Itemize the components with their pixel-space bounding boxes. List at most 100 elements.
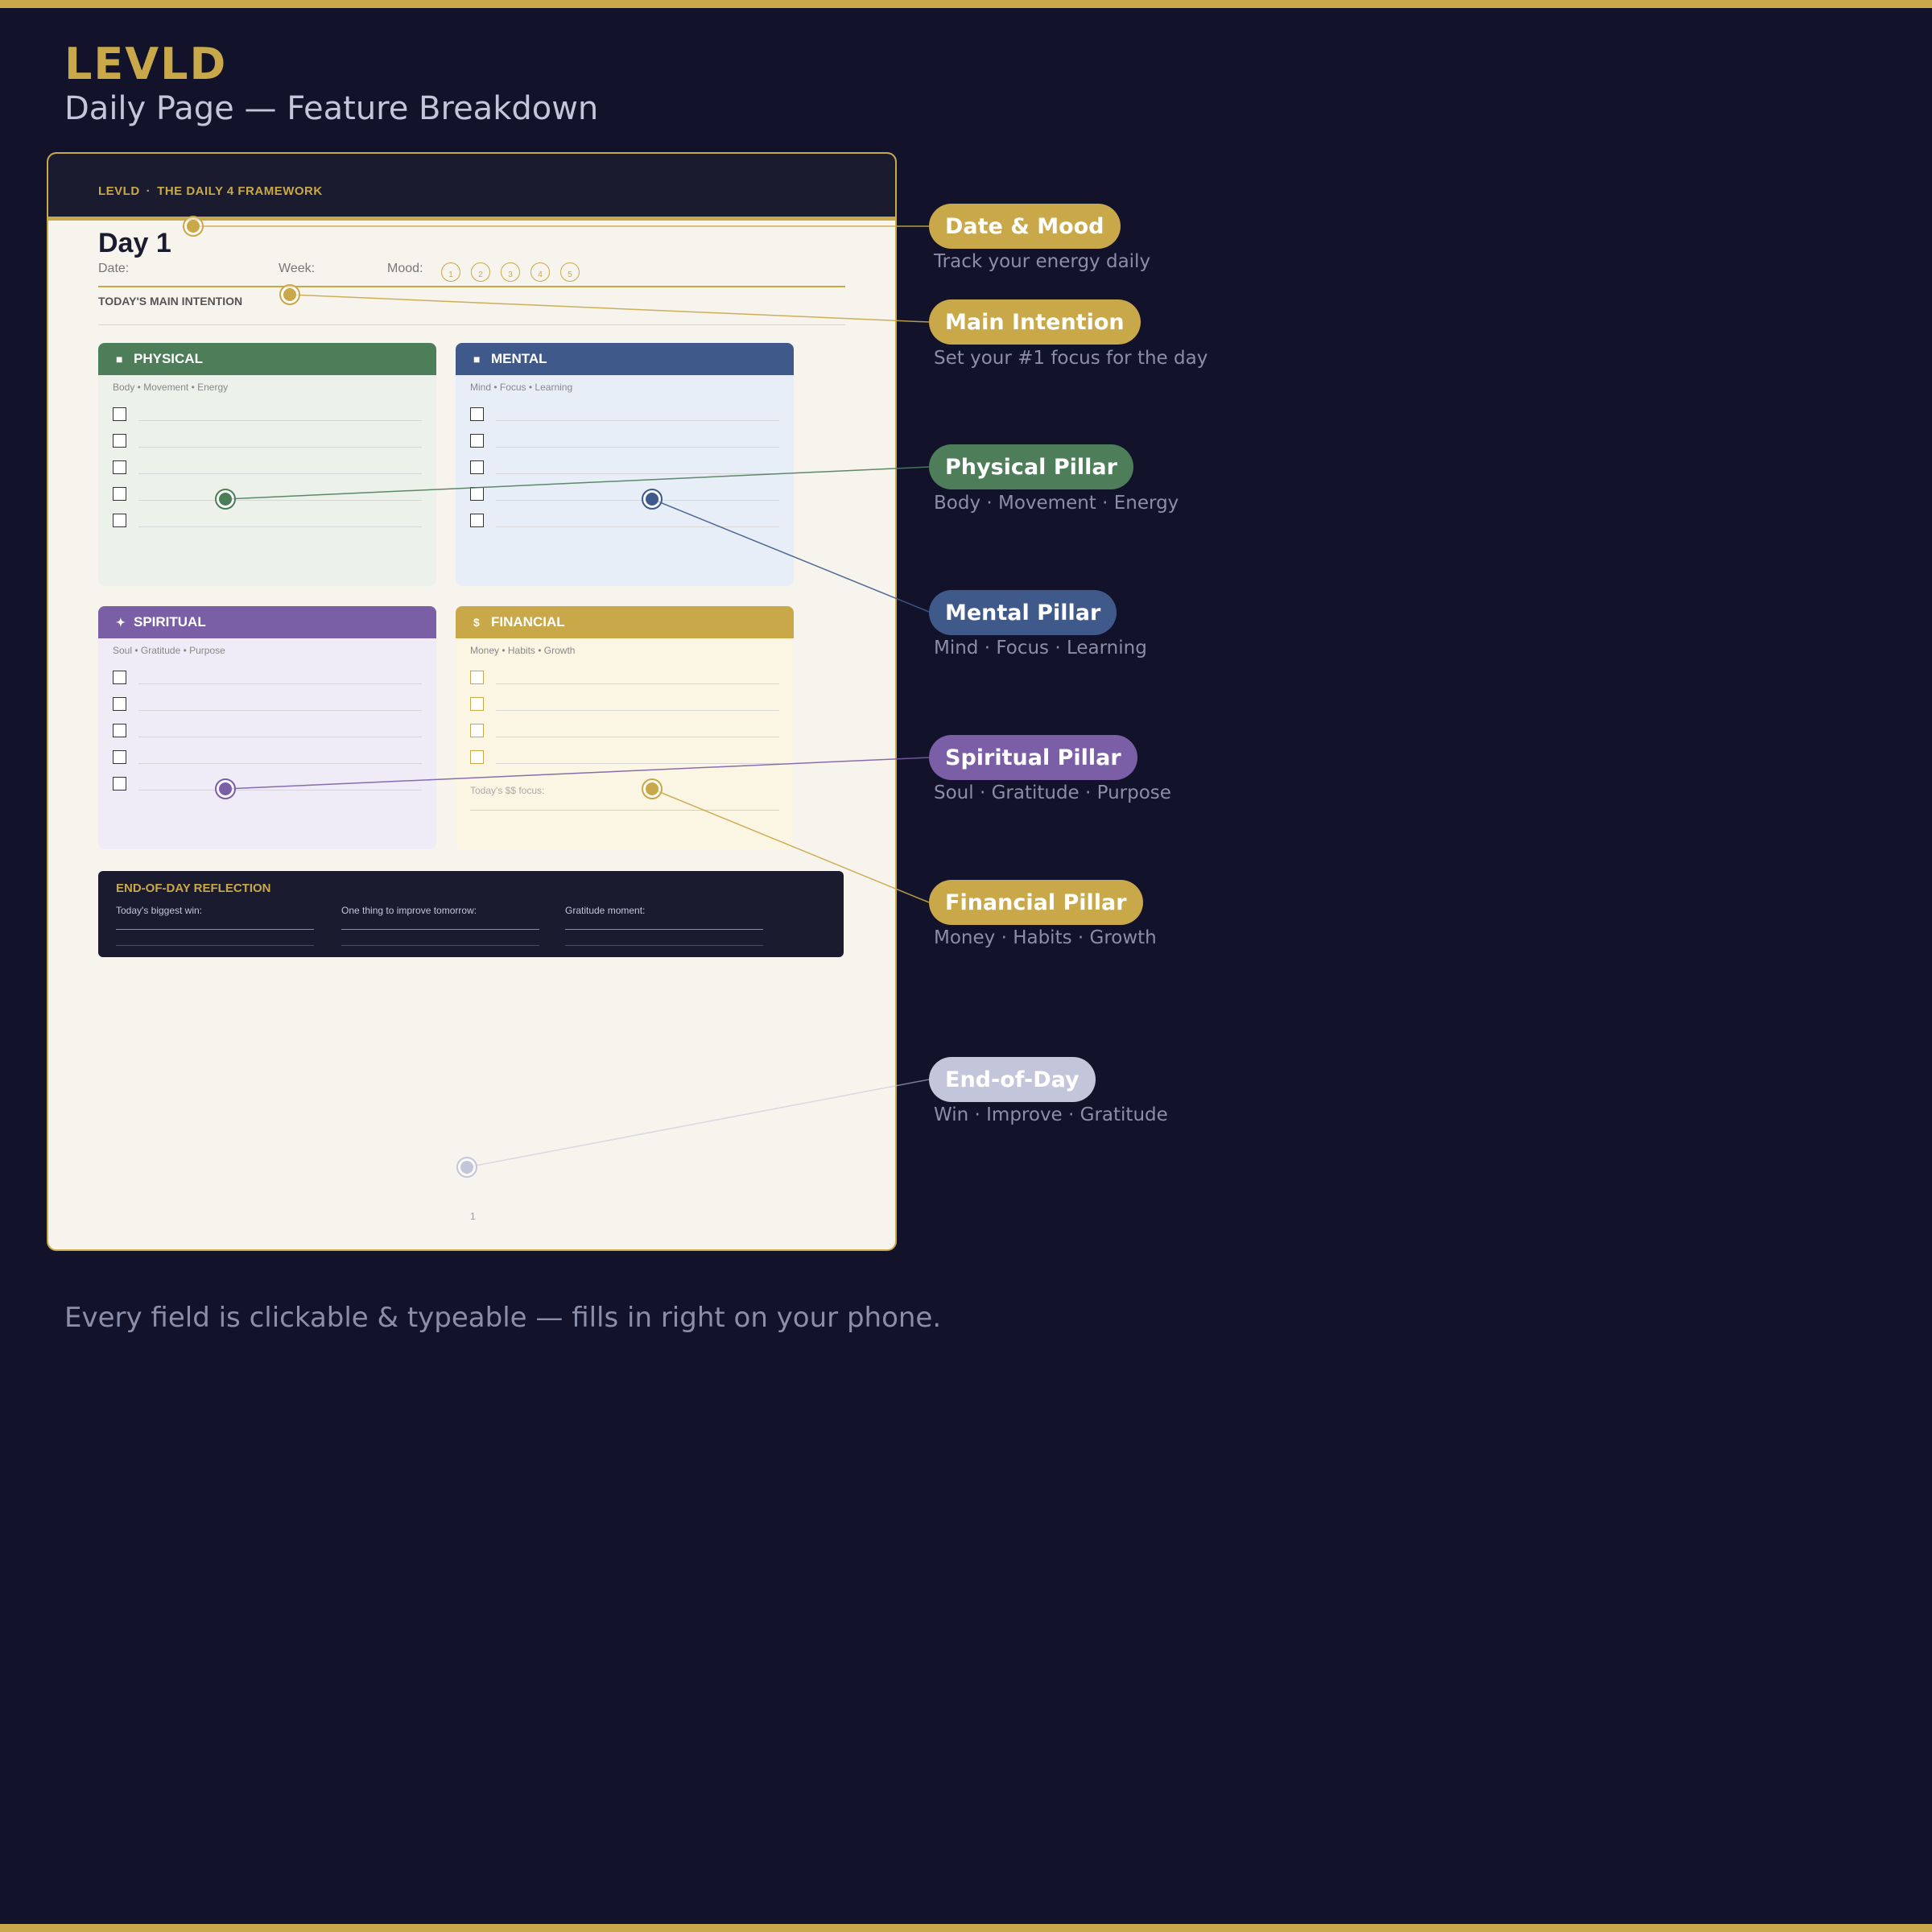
input-line (116, 945, 314, 946)
task-line[interactable] (496, 683, 779, 684)
task-line[interactable] (138, 420, 422, 421)
mood-label: Mood: (387, 262, 423, 275)
checklist-item[interactable] (113, 487, 422, 502)
checklist-item[interactable] (470, 514, 779, 528)
page-header: LEVLD · THE DAILY 4 FRAMEWORK (48, 154, 895, 221)
checkbox[interactable] (113, 724, 126, 737)
callout-financial-pillar: Financial Pillar (929, 880, 1143, 925)
spiritual-pillar-card: ✦ SPIRITUAL Soul • Gratitude • Purpose (98, 606, 436, 849)
page-brand-name: LEVLD (98, 184, 140, 198)
checkbox[interactable] (470, 671, 484, 684)
task-line[interactable] (138, 526, 422, 527)
callout-mental-pillar: Mental Pillar (929, 590, 1117, 635)
checkbox[interactable] (113, 407, 126, 421)
spiritual-pillar-title: SPIRITUAL (134, 614, 206, 630)
checklist-item[interactable] (113, 724, 422, 738)
checkbox[interactable] (470, 724, 484, 737)
task-line[interactable] (496, 526, 779, 527)
checkbox[interactable] (470, 487, 484, 501)
date-field[interactable]: Date: (98, 262, 129, 276)
financial-focus-label: Today's $$ focus: (470, 785, 545, 796)
main-intention-field[interactable] (98, 324, 845, 325)
checklist-item[interactable] (470, 434, 779, 448)
checklist-item[interactable] (470, 697, 779, 712)
checklist-item[interactable] (113, 750, 422, 765)
page-brand: LEVLD · THE DAILY 4 FRAMEWORK (98, 184, 323, 198)
task-line[interactable] (138, 710, 422, 711)
mood-option-3[interactable]: 3 (501, 262, 520, 282)
checkbox[interactable] (113, 434, 126, 448)
callout-physical-pillar: Physical Pillar (929, 444, 1133, 489)
checkbox[interactable] (470, 460, 484, 474)
checkbox[interactable] (113, 514, 126, 527)
checklist-item[interactable] (470, 750, 779, 765)
mood-option-5[interactable]: 5 (560, 262, 580, 282)
checklist-item[interactable] (113, 407, 422, 422)
callout-physical-pillar-description: Body · Movement · Energy (934, 493, 1179, 514)
physical-pillar-header: ■ PHYSICAL (98, 343, 436, 375)
page-brand-separator: · (146, 184, 151, 198)
reflection-improve-field[interactable]: One thing to improve tomorrow: (341, 905, 539, 946)
task-line[interactable] (496, 447, 779, 448)
bottom-accent-bar (0, 1924, 1932, 1932)
task-line[interactable] (496, 763, 779, 764)
mental-pillar-title: MENTAL (491, 351, 547, 366)
task-line[interactable] (496, 500, 779, 501)
reflection-field-label: One thing to improve tomorrow: (341, 905, 477, 916)
reflection-field-label: Gratitude moment: (565, 905, 646, 916)
task-line[interactable] (138, 790, 422, 791)
checkbox[interactable] (470, 514, 484, 527)
task-line[interactable] (138, 500, 422, 501)
checkbox[interactable] (470, 750, 484, 764)
checkbox[interactable] (470, 697, 484, 711)
mood-option-2[interactable]: 2 (471, 262, 490, 282)
checklist-item[interactable] (113, 777, 422, 791)
task-line[interactable] (138, 763, 422, 764)
end-of-day-reflection: END-OF-DAY REFLECTION Today's biggest wi… (98, 871, 844, 957)
mental-pillar-card: ■ MENTAL Mind • Focus • Learning (456, 343, 794, 586)
reflection-biggest-win-field[interactable]: Today's biggest win: (116, 905, 314, 946)
checklist-item[interactable] (113, 671, 422, 685)
checkbox[interactable] (470, 434, 484, 448)
checkbox[interactable] (113, 487, 126, 501)
dollar-icon: $ (473, 616, 480, 629)
callout-main-intention-description: Set your #1 focus for the day (934, 348, 1208, 369)
checkbox[interactable] (470, 407, 484, 421)
task-line[interactable] (496, 710, 779, 711)
checklist-item[interactable] (113, 697, 422, 712)
checklist-item[interactable] (470, 407, 779, 422)
checklist-item[interactable] (113, 434, 422, 448)
checklist-item[interactable] (470, 671, 779, 685)
callout-date-mood-description: Track your energy daily (934, 251, 1151, 272)
mood-option-1[interactable]: 1 (441, 262, 460, 282)
mood-option-4[interactable]: 4 (530, 262, 550, 282)
checklist-item[interactable] (113, 460, 422, 475)
task-line[interactable] (138, 683, 422, 684)
checkbox[interactable] (113, 460, 126, 474)
checklist-item[interactable] (470, 487, 779, 502)
checklist-item[interactable] (470, 460, 779, 475)
spiritual-pillar-header: ✦ SPIRITUAL (98, 606, 436, 638)
task-line[interactable] (138, 473, 422, 474)
page-framework-name: THE DAILY 4 FRAMEWORK (157, 184, 323, 198)
week-field[interactable]: Week: (279, 262, 315, 276)
financial-focus-field[interactable] (470, 810, 779, 811)
footer-note: Every field is clickable & typeable — fi… (64, 1302, 942, 1334)
checklist-item[interactable] (113, 514, 422, 528)
reflection-gratitude-field[interactable]: Gratitude moment: (565, 905, 763, 946)
task-line[interactable] (138, 447, 422, 448)
checkbox[interactable] (113, 750, 126, 764)
input-line (565, 929, 763, 930)
checkbox[interactable] (113, 697, 126, 711)
checkbox[interactable] (113, 671, 126, 684)
main-intention-label: TODAY'S MAIN INTENTION (98, 295, 243, 308)
reflection-field-label: Today's biggest win: (116, 905, 203, 916)
checklist-item[interactable] (470, 724, 779, 738)
task-line[interactable] (496, 473, 779, 474)
mental-pillar-subtitle: Mind • Focus • Learning (470, 382, 573, 393)
financial-pillar-subtitle: Money • Habits • Growth (470, 645, 576, 656)
sparkle-icon: ✦ (116, 615, 126, 629)
checkbox[interactable] (113, 777, 126, 791)
top-accent-bar (0, 0, 1932, 8)
task-line[interactable] (496, 420, 779, 421)
